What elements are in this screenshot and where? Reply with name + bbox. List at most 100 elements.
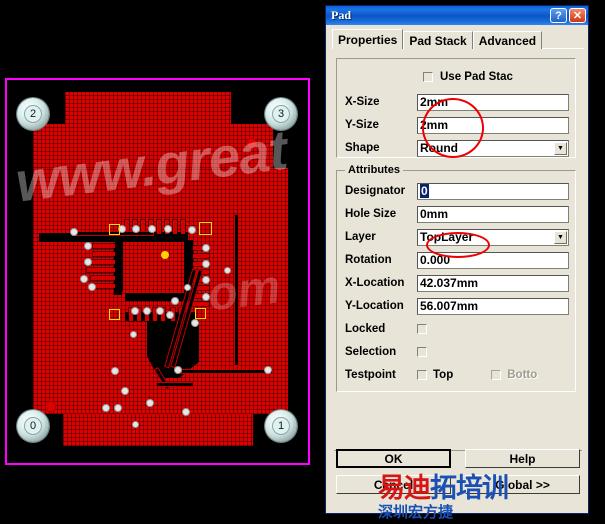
- pin-dot[interactable]: [172, 298, 178, 304]
- global-button[interactable]: Global >>: [465, 475, 580, 494]
- pin-dot[interactable]: [103, 405, 109, 411]
- pin-dot[interactable]: [81, 276, 87, 282]
- smd-pad[interactable]: [193, 254, 209, 258]
- pin-dot[interactable]: [122, 388, 128, 394]
- pin-dot[interactable]: [189, 227, 195, 233]
- y-location-input[interactable]: 56.007mm: [417, 297, 569, 315]
- mount-pad-3[interactable]: 3: [265, 98, 297, 130]
- chevron-down-icon[interactable]: ▼: [554, 230, 567, 244]
- ok-button[interactable]: OK: [336, 449, 451, 468]
- via-bottom-left[interactable]: [46, 402, 55, 411]
- shape-select[interactable]: Round ▼: [417, 139, 569, 157]
- pin-dot[interactable]: [147, 400, 153, 406]
- smd-pad[interactable]: [93, 252, 115, 256]
- locked-label: Locked: [345, 323, 386, 335]
- pin-dot[interactable]: [71, 229, 77, 235]
- designator-input[interactable]: 0: [417, 182, 569, 200]
- smd-pad[interactable]: [181, 220, 185, 234]
- smd-pad[interactable]: [87, 260, 115, 264]
- routing-region-5: [125, 293, 193, 301]
- origin-marker: [161, 251, 169, 259]
- pcb-board-outline: 2 3 0 1: [5, 78, 310, 465]
- selection-label: Selection: [345, 346, 397, 358]
- close-icon[interactable]: ✕: [569, 8, 586, 23]
- smd-pad[interactable]: [91, 276, 115, 280]
- pin-dot[interactable]: [225, 268, 230, 273]
- mount-pad-1[interactable]: 1: [265, 410, 297, 442]
- x-location-input[interactable]: 42.037mm: [417, 274, 569, 292]
- pin-dot[interactable]: [132, 308, 138, 314]
- pin-dot[interactable]: [85, 243, 91, 249]
- track-right-edge[interactable]: [235, 215, 238, 365]
- pin-dot[interactable]: [157, 308, 163, 314]
- mount-pad-label: 2: [29, 108, 37, 120]
- mount-pad-label: 1: [277, 420, 285, 432]
- via-top-right[interactable]: [247, 139, 256, 148]
- dialog-titlebar[interactable]: Pad ? ✕: [326, 6, 588, 25]
- pin-dot[interactable]: [183, 409, 189, 415]
- pcb-canvas[interactable]: 2 3 0 1 www.great om: [0, 0, 325, 523]
- tab-pad-stack[interactable]: Pad Stack: [403, 31, 473, 49]
- mount-pad-2[interactable]: 2: [17, 98, 49, 130]
- selection-checkbox[interactable]: [417, 347, 427, 357]
- pin-dot[interactable]: [133, 226, 139, 232]
- track-top-right[interactable]: [182, 370, 272, 373]
- properties-group: Use Pad Stac X-Size 2mm Y-Size 2mm Shape…: [336, 58, 576, 158]
- pin-dot[interactable]: [112, 368, 118, 374]
- track-bottom-2[interactable]: [157, 383, 193, 386]
- pin-dot[interactable]: [115, 405, 121, 411]
- copper-pour-top: [65, 92, 231, 124]
- testpoint-label: Testpoint: [345, 369, 396, 381]
- rotation-input[interactable]: 0.000: [417, 251, 569, 269]
- testpoint-top-checkbox[interactable]: [417, 370, 427, 380]
- pin-dot[interactable]: [133, 422, 138, 427]
- pin-dot[interactable]: [149, 226, 155, 232]
- pin-dot[interactable]: [192, 320, 198, 326]
- dialog-button-row: OK Help Cancel Global >>: [336, 449, 580, 501]
- testpoint-row: Testpoint Top Botto: [345, 365, 569, 385]
- pin-dot[interactable]: [165, 226, 171, 232]
- attributes-group: Attributes Designator 0 Hole Size 0mm La…: [336, 164, 576, 392]
- use-pad-stack-row[interactable]: Use Pad Stac: [345, 67, 569, 87]
- help-button[interactable]: Help: [465, 449, 580, 468]
- y-size-input[interactable]: 2mm: [417, 116, 569, 134]
- smd-pad[interactable]: [93, 244, 115, 248]
- rotation-row: Rotation 0.000: [345, 250, 569, 270]
- tab-properties[interactable]: Properties: [332, 29, 404, 49]
- shape-label: Shape: [345, 142, 380, 154]
- pin-dot[interactable]: [131, 332, 136, 337]
- pin-dot[interactable]: [203, 277, 209, 283]
- help-icon[interactable]: ?: [550, 8, 567, 23]
- layer-value: TopLayer: [420, 230, 474, 244]
- smd-pad[interactable]: [173, 220, 177, 234]
- pad-dialog: Pad ? ✕ Properties Pad Stack Advanced Us…: [325, 5, 589, 514]
- layer-label: Layer: [345, 231, 376, 243]
- x-size-input[interactable]: 2mm: [417, 93, 569, 111]
- x-location-label: X-Location: [345, 277, 405, 289]
- cancel-button[interactable]: Cancel: [336, 475, 451, 494]
- tab-advanced[interactable]: Advanced: [472, 31, 543, 49]
- layer-row: Layer TopLayer ▼: [345, 227, 569, 247]
- pin-dot[interactable]: [89, 284, 95, 290]
- pin-dot[interactable]: [203, 245, 209, 251]
- layer-select[interactable]: TopLayer ▼: [417, 228, 569, 246]
- locked-checkbox[interactable]: [417, 324, 427, 334]
- pin-dot[interactable]: [265, 367, 271, 373]
- chevron-down-icon[interactable]: ▼: [554, 141, 567, 155]
- use-pad-stack-label: Use Pad Stac: [440, 71, 513, 83]
- smd-pad[interactable]: [87, 268, 115, 272]
- x-size-label: X-Size: [345, 96, 380, 108]
- smd-pad[interactable]: [157, 220, 161, 234]
- pin-dot[interactable]: [85, 259, 91, 265]
- mount-pad-0[interactable]: 0: [17, 410, 49, 442]
- hole-size-input[interactable]: 0mm: [417, 205, 569, 223]
- pin-dot[interactable]: [144, 308, 150, 314]
- component-designator-mark: [195, 308, 206, 319]
- pin-dot[interactable]: [175, 367, 181, 373]
- smd-pad[interactable]: [193, 302, 209, 306]
- use-pad-stack-checkbox[interactable]: [423, 72, 433, 82]
- pin-dot[interactable]: [167, 312, 173, 318]
- pin-dot[interactable]: [203, 261, 209, 267]
- pin-dot[interactable]: [203, 294, 209, 300]
- pin-dot[interactable]: [185, 285, 190, 290]
